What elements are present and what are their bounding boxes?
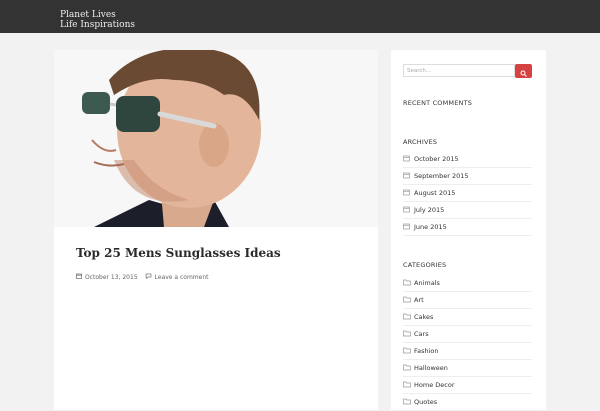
search-input[interactable]: Search... [403,64,515,77]
folder-icon [403,155,410,162]
man-with-sunglasses-image [54,50,378,227]
folder-icon [403,206,410,213]
folder-icon [403,172,410,179]
folder-open-icon [403,381,411,388]
comment-icon [145,273,152,281]
category-item[interactable]: Quotes [403,393,532,411]
category-item[interactable]: Home Decor [403,376,532,394]
category-label[interactable]: Home Decor [414,381,455,389]
post-title[interactable]: Top 25 Mens Sunglasses Ideas [76,246,281,260]
folder-open-icon [403,364,411,371]
featured-image[interactable] [54,50,378,227]
site-brand[interactable]: Planet Lives Life Inspirations [60,10,135,30]
folder-icon [403,223,410,230]
site-tagline: Life Inspirations [60,20,135,30]
recent-comments-title: RECENT COMMENTS [403,99,473,107]
category-item[interactable]: Art [403,291,532,309]
archive-item[interactable]: July 2015 [403,201,532,219]
post-date[interactable]: October 13, 2015 [85,274,138,281]
category-label[interactable]: Cakes [414,313,433,321]
category-item[interactable]: Animals [403,274,532,292]
folder-open-icon [403,398,411,405]
post-card: Top 25 Mens Sunglasses Ideas October 13,… [54,50,378,410]
category-item[interactable]: Halloween [403,359,532,377]
folder-open-icon [403,279,411,286]
archive-label[interactable]: July 2015 [414,206,444,214]
archive-label[interactable]: September 2015 [414,172,469,180]
site-header: Planet Lives Life Inspirations [0,0,600,33]
folder-open-icon [403,313,411,320]
archive-item[interactable]: September 2015 [403,167,532,185]
category-item[interactable]: Fashion [403,342,532,360]
post-meta: October 13, 2015 Leave a comment [76,273,209,281]
search-icon [520,62,527,81]
archive-label[interactable]: October 2015 [414,155,459,163]
category-label[interactable]: Halloween [414,364,448,372]
category-label[interactable]: Quotes [414,398,437,406]
folder-open-icon [403,347,411,354]
search-button[interactable] [515,64,532,78]
site-title[interactable]: Planet Lives [60,10,135,20]
category-item[interactable]: Cakes [403,308,532,326]
archive-item[interactable]: August 2015 [403,184,532,202]
category-label[interactable]: Animals [414,279,440,287]
category-label[interactable]: Fashion [414,347,439,355]
category-item[interactable]: Cars [403,325,532,343]
archives-title: ARCHIVES [403,138,438,146]
sidebar: Search... RECENT COMMENTS ARCHIVES Octob… [391,50,546,411]
category-label[interactable]: Art [414,296,424,304]
folder-open-icon [403,330,411,337]
archive-item[interactable]: June 2015 [403,218,532,236]
categories-title: CATEGORIES [403,261,447,269]
archive-label[interactable]: August 2015 [414,189,455,197]
archive-label[interactable]: June 2015 [414,223,447,231]
folder-open-icon [403,296,411,303]
category-label[interactable]: Cars [414,330,429,338]
calendar-icon [76,273,82,281]
folder-icon [403,189,410,196]
archive-item[interactable]: October 2015 [403,150,532,168]
leave-comment-link[interactable]: Leave a comment [155,274,209,281]
